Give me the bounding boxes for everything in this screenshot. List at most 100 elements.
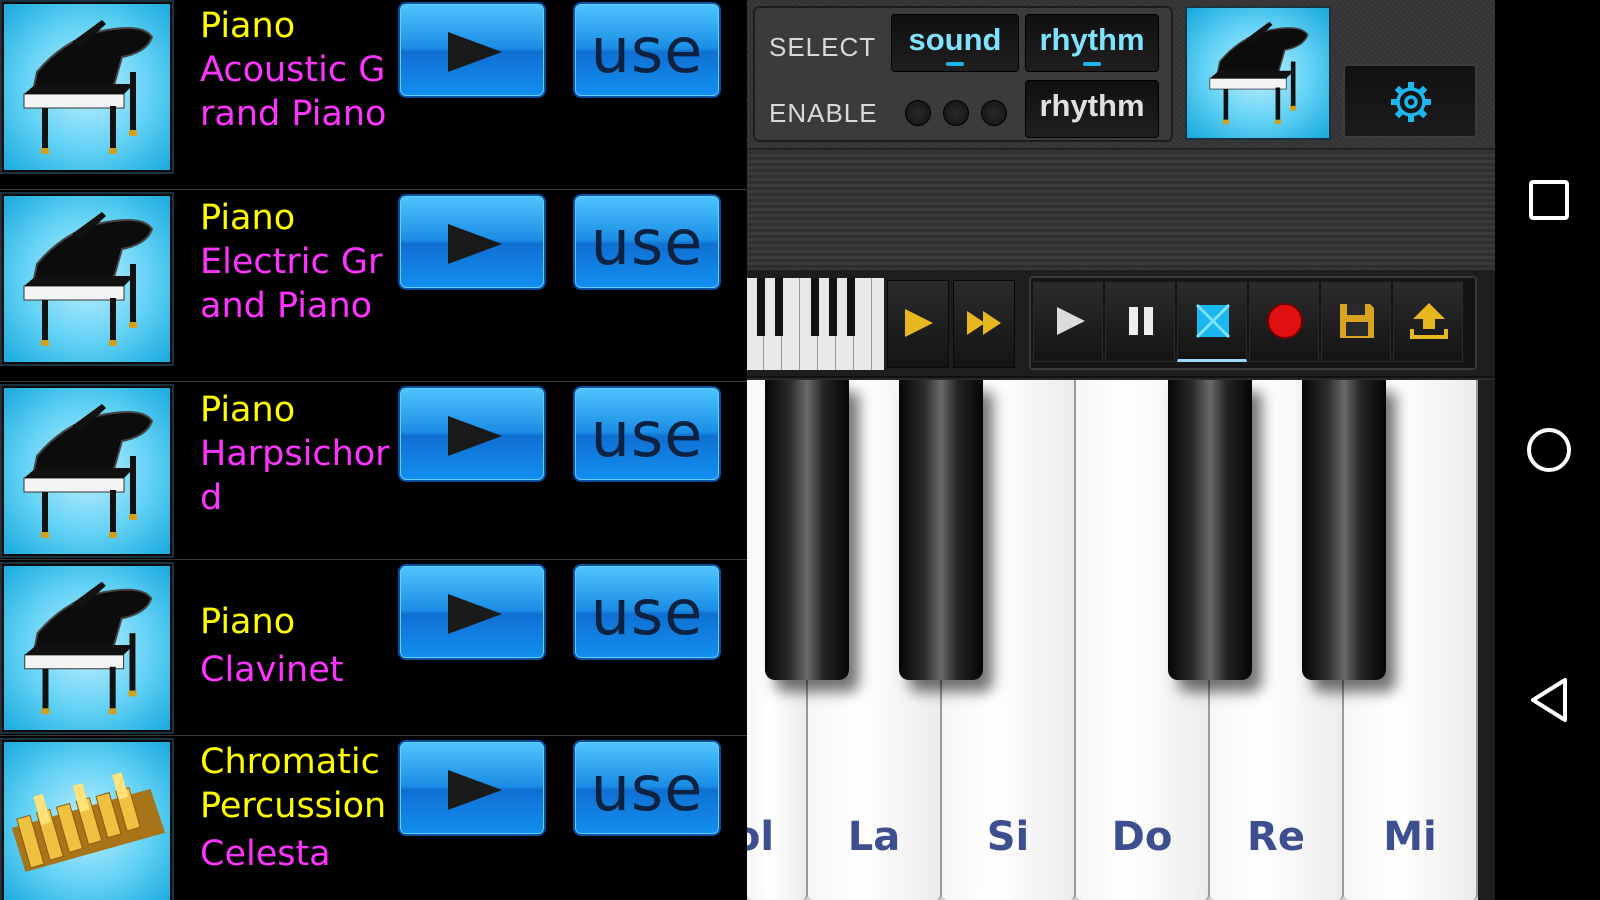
- list-item: Piano Acoustic Grand Piano use: [0, 0, 747, 190]
- instrument-name: Harpsichord: [200, 434, 390, 518]
- play-icon: [448, 32, 502, 72]
- record-icon: [1267, 303, 1303, 339]
- upload-icon: [1410, 303, 1448, 339]
- transport-bar: [747, 270, 1495, 378]
- use-label: use: [590, 206, 704, 279]
- instrument-category: Piano: [200, 602, 296, 642]
- instrument-names: Piano Acoustic Grand Piano: [200, 4, 390, 136]
- instrument-names: Piano Electric Grand Piano: [200, 196, 390, 328]
- play-next-button[interactable]: [887, 280, 949, 368]
- enable-indicator-dot: [981, 100, 1007, 126]
- grand-piano-icon: [1209, 21, 1309, 125]
- back-icon[interactable]: [1525, 676, 1573, 724]
- key-label: Do: [1111, 814, 1173, 860]
- enable-indicator-dot: [943, 100, 969, 126]
- grand-piano-thumbnail: [0, 0, 174, 174]
- save-button[interactable]: [1321, 282, 1391, 362]
- keyboard-scroll-overview[interactable]: [747, 278, 884, 370]
- rhythm-indicator: [1083, 62, 1101, 66]
- black-key[interactable]: [1302, 380, 1386, 680]
- settings-button[interactable]: [1343, 64, 1477, 138]
- instrument-names: Piano Harpsichord: [200, 388, 390, 520]
- grand-piano-icon: [23, 20, 154, 154]
- glockenspiel-thumbnail: [0, 738, 174, 900]
- instrument-list[interactable]: Piano Acoustic Grand Piano use Piano Ele…: [0, 0, 747, 900]
- use-button[interactable]: use: [573, 194, 721, 290]
- keyboard-edge: [1478, 380, 1495, 900]
- key-label: La: [847, 814, 901, 860]
- select-enable-box: SELECT sound rhythm ENABLE rhythm: [753, 6, 1173, 142]
- instrument-name: Electric Grand Piano: [200, 242, 383, 326]
- rhythm-tab-label: rhythm: [1039, 22, 1145, 57]
- rhythm-tab[interactable]: rhythm: [1025, 14, 1159, 72]
- use-button[interactable]: use: [573, 564, 721, 660]
- stop-icon: [1195, 303, 1231, 339]
- rhythm-enable-button[interactable]: rhythm: [1025, 80, 1159, 138]
- preview-play-button[interactable]: [398, 740, 546, 836]
- enable-label: ENABLE: [769, 98, 878, 128]
- selected-instrument-button[interactable]: [1185, 6, 1331, 140]
- use-label: use: [590, 752, 704, 825]
- list-item: Piano Clavinet use: [0, 562, 747, 736]
- grand-piano-thumbnail: [0, 384, 174, 558]
- preview-play-button[interactable]: [398, 564, 546, 660]
- use-label: use: [590, 576, 704, 649]
- play-icon: [448, 416, 502, 456]
- instrument-name: Celesta: [200, 834, 331, 874]
- piano-keyboard: ol La Si Do Re Mi: [747, 380, 1495, 900]
- fast-forward-icon: [967, 311, 1001, 335]
- list-item: Piano Harpsichord use: [0, 384, 747, 560]
- key-label: ol: [747, 814, 775, 860]
- instrument-name: Acoustic Grand Piano: [200, 50, 387, 134]
- sound-tab[interactable]: sound: [891, 14, 1019, 72]
- preview-play-button[interactable]: [398, 386, 546, 482]
- list-item: Chromatic Percussion Celesta use: [0, 738, 747, 900]
- use-button[interactable]: use: [573, 386, 721, 482]
- fast-forward-button[interactable]: [953, 280, 1015, 368]
- play-next-icon: [905, 309, 933, 337]
- use-button[interactable]: use: [573, 740, 721, 836]
- stop-button[interactable]: [1177, 282, 1247, 362]
- instrument-names: Piano Clavinet: [200, 600, 390, 692]
- key-label: Mi: [1383, 814, 1437, 860]
- instrument-category: Piano: [200, 198, 296, 238]
- recents-icon[interactable]: [1525, 176, 1573, 224]
- preview-play-button[interactable]: [398, 194, 546, 290]
- use-button[interactable]: use: [573, 2, 721, 98]
- black-key[interactable]: [765, 380, 849, 680]
- black-key[interactable]: [899, 380, 983, 680]
- use-label: use: [590, 14, 704, 87]
- black-key[interactable]: [1168, 380, 1252, 680]
- instrument-category: Chromatic Percussion: [200, 742, 387, 826]
- key-label: Re: [1247, 814, 1305, 860]
- grand-piano-icon: [23, 404, 154, 538]
- play-icon: [448, 594, 502, 634]
- gear-icon: [1391, 82, 1431, 122]
- list-item: Piano Electric Grand Piano use: [0, 192, 747, 382]
- grand-piano-thumbnail: [0, 562, 174, 734]
- grand-piano-thumbnail: [0, 192, 174, 366]
- play-icon: [448, 770, 502, 810]
- play-icon: [1057, 307, 1085, 335]
- instrument-names: Chromatic Percussion Celesta: [200, 740, 390, 876]
- instrument-name: Clavinet: [200, 650, 344, 690]
- key-label: Si: [986, 814, 1030, 860]
- sound-tab-label: sound: [908, 22, 1002, 57]
- play-icon: [448, 224, 502, 264]
- instrument-category: Piano: [200, 6, 296, 46]
- speaker-grille: [747, 148, 1495, 268]
- pause-button[interactable]: [1105, 282, 1175, 362]
- save-icon: [1340, 304, 1374, 338]
- home-icon[interactable]: [1525, 426, 1573, 474]
- play-button[interactable]: [1033, 282, 1103, 362]
- preview-play-button[interactable]: [398, 2, 546, 98]
- select-label: SELECT: [769, 32, 877, 62]
- record-button[interactable]: [1249, 282, 1319, 362]
- control-panel: SELECT sound rhythm ENABLE rhythm: [747, 0, 1495, 270]
- rhythm-enable-label: rhythm: [1039, 88, 1145, 123]
- upload-button[interactable]: [1393, 282, 1463, 362]
- glockenspiel-icon: [11, 772, 166, 872]
- grand-piano-icon: [23, 212, 154, 346]
- pause-icon: [1129, 307, 1153, 335]
- instrument-category: Piano: [200, 390, 296, 430]
